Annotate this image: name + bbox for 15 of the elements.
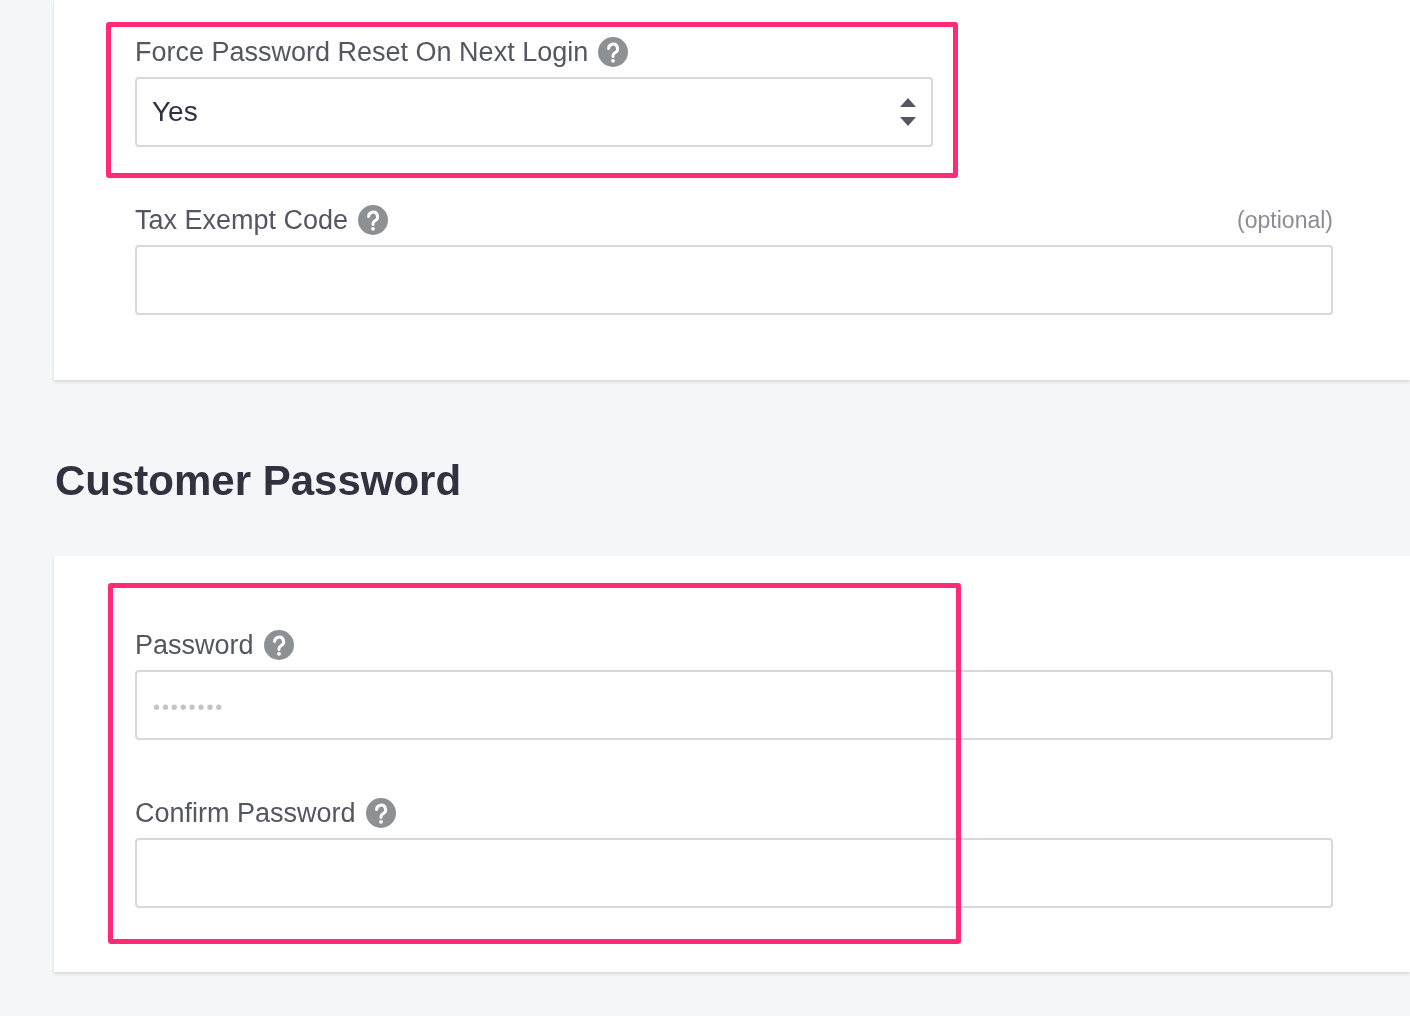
field-label: Confirm Password <box>135 797 356 829</box>
sort-arrows-icon <box>900 98 916 126</box>
select-field[interactable]: Yes <box>135 77 933 147</box>
field-label: Force Password Reset On Next Login <box>135 36 589 68</box>
optional-note: (optional) <box>1237 206 1333 235</box>
password-field[interactable]: •••••••• <box>135 670 1333 740</box>
field-label: Password <box>135 629 254 661</box>
text-field[interactable] <box>135 245 1333 315</box>
field-label: Tax Exempt Code <box>135 204 349 236</box>
help-icon[interactable] <box>358 205 389 235</box>
help-icon[interactable] <box>263 630 294 660</box>
section-heading: Customer Password <box>55 457 462 505</box>
password-field[interactable] <box>135 838 1333 908</box>
help-icon[interactable] <box>365 798 396 828</box>
help-icon[interactable] <box>598 37 629 67</box>
